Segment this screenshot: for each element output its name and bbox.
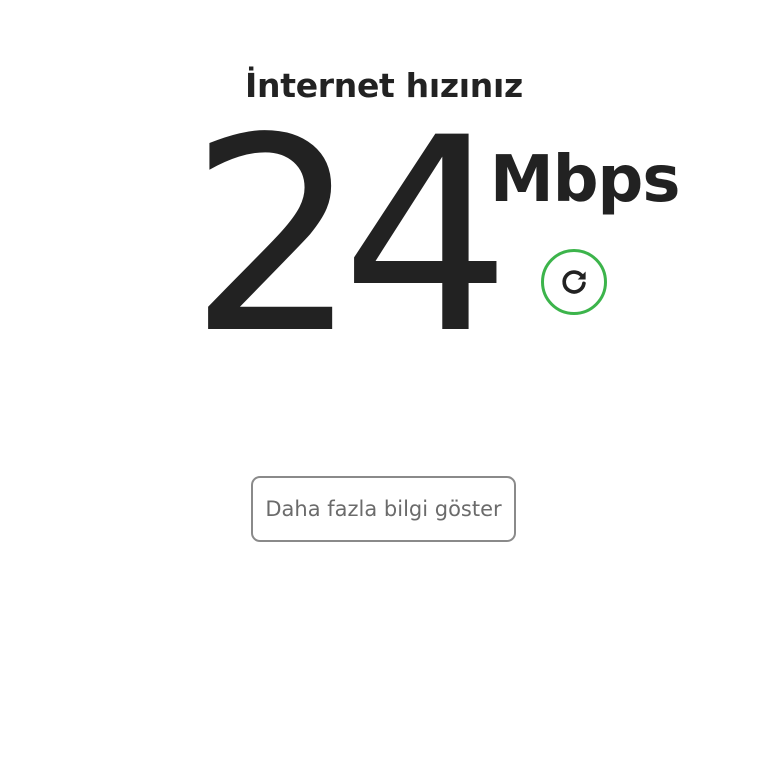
more-info-button[interactable]: Daha fazla bilgi göster — [251, 476, 516, 542]
refresh-button[interactable] — [541, 249, 607, 315]
speed-value: 24 — [188, 81, 511, 393]
speed-unit: Mbps — [490, 143, 680, 217]
refresh-icon — [562, 270, 586, 294]
